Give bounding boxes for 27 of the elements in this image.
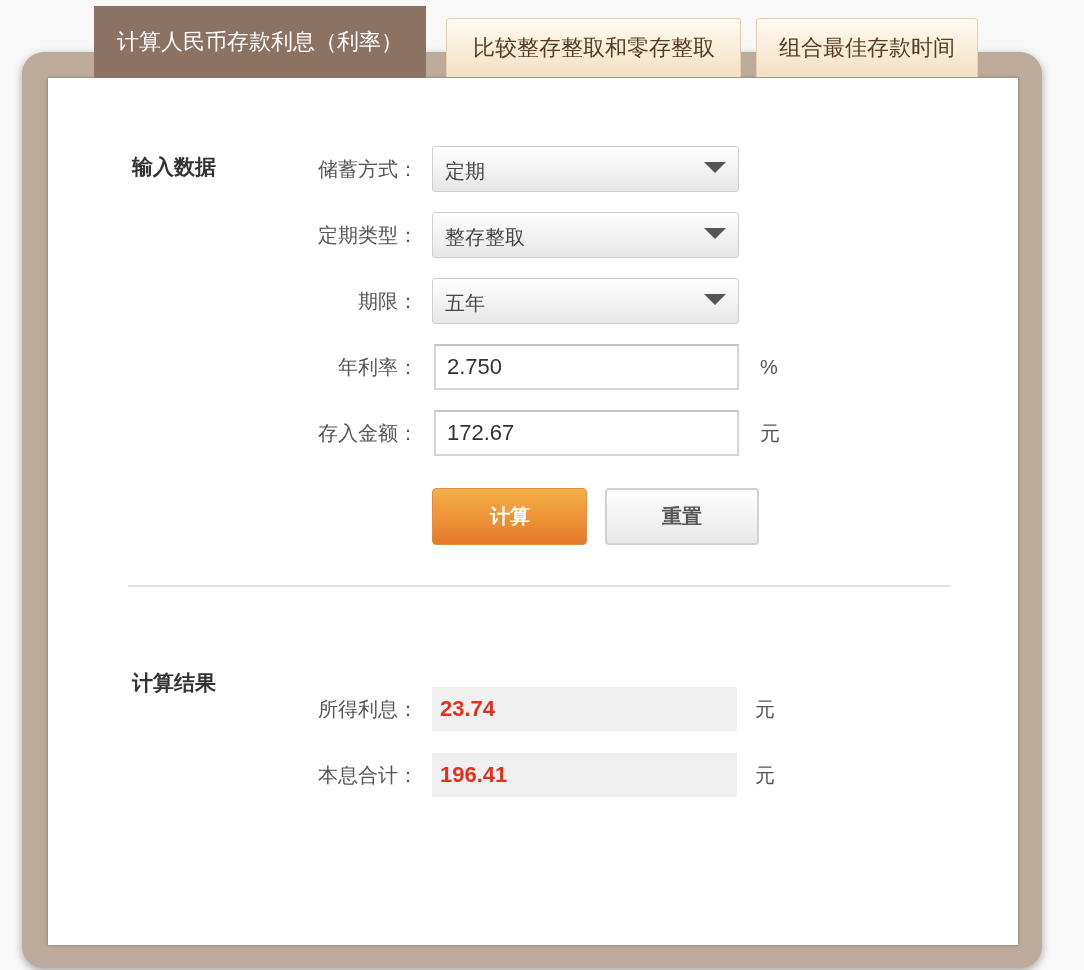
input-field[interactable]: 172.67 [434, 410, 739, 456]
field-label: 存入金额： [318, 420, 418, 446]
tab[interactable]: 计算人民币存款利息（利率） [94, 6, 426, 78]
dropdown[interactable]: 五年 [432, 278, 739, 324]
dropdown[interactable]: 定期 [432, 146, 739, 192]
unit-label: 元 [760, 420, 780, 446]
unit-label: 元 [755, 762, 775, 788]
caret-icon [704, 294, 726, 305]
input-field[interactable]: 2.750 [434, 344, 739, 390]
result-label: 本息合计： [318, 762, 418, 788]
tab[interactable]: 组合最佳存款时间 [756, 18, 978, 77]
field-label: 储蓄方式： [318, 156, 418, 182]
caret-icon [704, 162, 726, 173]
field-label: 年利率： [338, 354, 418, 380]
caret-icon [704, 228, 726, 239]
dropdown[interactable]: 整存整取 [432, 212, 739, 258]
result-value: 23.74 [432, 687, 737, 731]
unit-label: % [760, 355, 778, 379]
section-title: 输入数据 [132, 154, 216, 180]
result-value: 196.41 [432, 753, 737, 797]
section-title: 计算结果 [132, 670, 216, 696]
tab[interactable]: 比较整存整取和零存整取 [446, 18, 741, 77]
field-label: 期限： [358, 288, 418, 314]
unit-label: 元 [755, 696, 775, 722]
field-label: 定期类型： [318, 222, 418, 248]
result-label: 所得利息： [318, 696, 418, 722]
reset-button[interactable]: 重置 [605, 488, 759, 545]
